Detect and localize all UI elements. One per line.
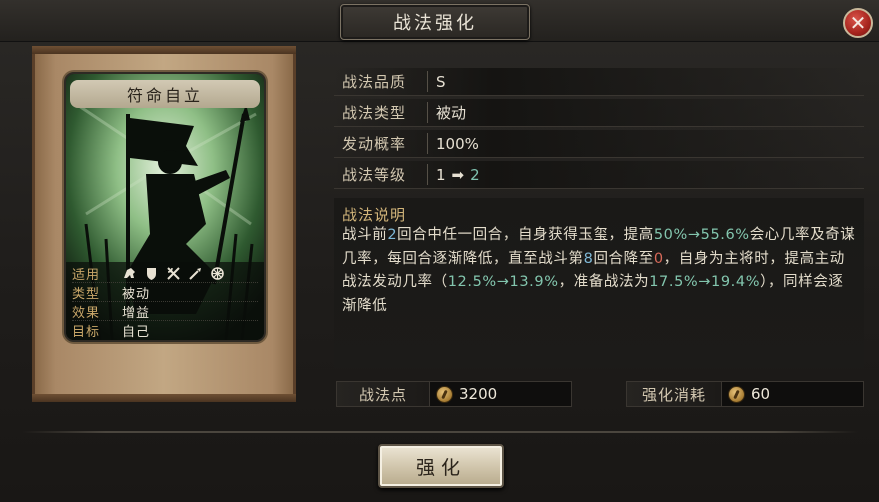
skill-points-value-box: 3200 [430,381,572,407]
stat-row-quality: 战法品质 S [334,68,864,96]
stat-value: S [436,72,446,91]
skill-description-panel: 战法说明 战斗前2回合中任一回合，自身获得玉玺，提高50%→55.6%会心几率及… [334,198,864,368]
description-segment: 回合降至 [593,250,654,267]
skill-name: 符命自立 [70,80,260,108]
troop-type-icons [122,266,225,281]
shield-icon [147,267,156,280]
cavalry-icon [124,267,135,278]
description-segment: 回合中任一回合，自身获得玉玺，提高 [397,227,654,243]
stat-label: 战法类型 [334,102,428,123]
level-next: 2 [470,165,480,184]
coin-icon [436,385,453,403]
coin-icon [728,385,745,403]
upgrade-cost-value: 60 [751,385,771,403]
info-row-troops: 适用 [72,264,258,283]
stat-label: 战法品质 [334,71,428,92]
close-button[interactable]: ✕ [843,8,873,38]
description-segment: 战斗前 [342,227,388,243]
window-title: 战法强化 [340,4,530,40]
description-segment: ，准备战法为 [558,274,650,290]
upgrade-cost: 强化消耗 60 [626,380,864,408]
info-key: 类型 [72,286,101,302]
description-highlight: 2 [387,227,398,243]
description-highlight: 0 [653,250,664,267]
spear-icon [189,267,201,280]
divider [22,431,858,433]
description-highlight: 50%→55.6% [653,227,750,243]
stat-value: 1 ➡ 2 [428,166,480,184]
arrow-right-icon: ➡ [451,165,465,184]
stat-row-level: 战法等级 1 ➡ 2 [334,161,864,189]
description-highlight: 17.5%→19.4% [649,274,761,290]
bow-icon [167,266,180,280]
info-value: 自己 [122,325,151,340]
stat-value: 被动 [436,104,467,122]
stat-row-rate: 发动概率 100% [334,130,864,158]
stat-label: 发动概率 [334,133,428,154]
description-highlight: 12.5%→13.9% [447,274,559,290]
info-row-type: 类型 被动 [72,283,258,302]
wheel-icon [211,266,224,280]
skill-card: 符命自立 适用 类型 被动 效果 增益 目标 自己 [64,72,266,342]
stat-value: 100% [436,134,479,153]
info-row-effect: 效果 增益 [72,302,258,321]
info-row-target: 目标 自己 [72,321,258,340]
close-icon: ✕ [849,11,867,35]
info-key: 适用 [72,267,101,283]
upgrade-cost-value-box: 60 [722,381,864,407]
info-value: 增益 [122,305,151,321]
upgrade-cost-label: 强化消耗 [626,381,722,407]
description-text: 战斗前2回合中任一回合，自身获得玉玺，提高50%→55.6%会心几率及奇谋几率，… [342,224,858,318]
skill-points: 战法点 3200 [336,380,572,408]
skill-points-value: 3200 [459,385,498,403]
skill-points-label: 战法点 [336,381,430,407]
description-highlight: 8 [583,250,594,267]
info-key: 效果 [72,305,101,321]
level-current: 1 [436,165,446,184]
description-title: 战法说明 [342,206,407,224]
stat-row-type: 战法类型 被动 [334,99,864,127]
stat-label: 战法等级 [334,164,428,185]
upgrade-window: 战法强化 ✕ 符命自立 适用 类型 被动 效果 增益 目标 自己 战法品质 S … [0,0,879,502]
info-value: 被动 [122,286,151,302]
upgrade-button[interactable]: 强化 [378,444,504,488]
info-key: 目标 [72,325,101,340]
skill-info-panel: 适用 类型 被动 效果 增益 目标 自己 [66,262,264,340]
